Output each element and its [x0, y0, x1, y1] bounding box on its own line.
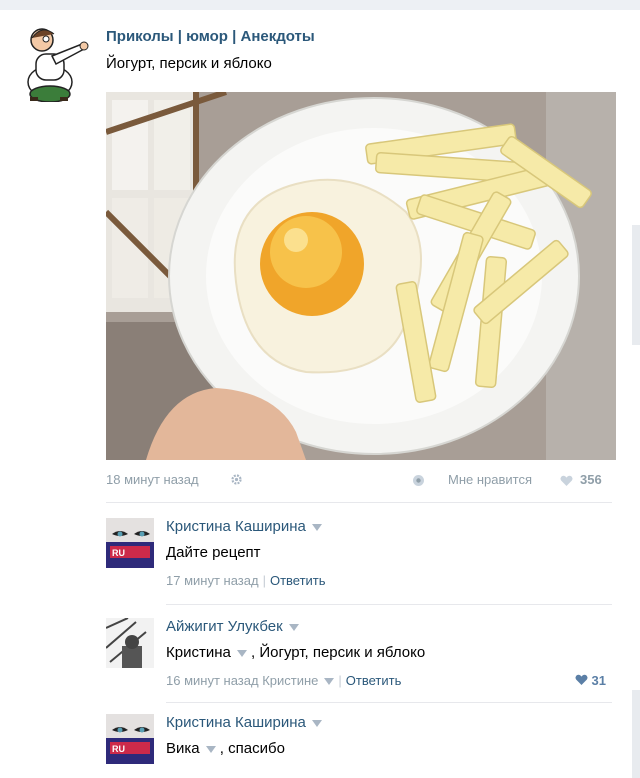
dropdown-triangle-icon[interactable] [311, 719, 322, 727]
commenter-avatar[interactable]: RU [106, 518, 154, 568]
heart-icon[interactable] [574, 674, 588, 686]
comment-time[interactable]: 16 минут назад [166, 673, 259, 688]
right-edge-shadow [632, 690, 640, 778]
dropdown-triangle-icon[interactable] [324, 678, 335, 686]
svg-text:RU: RU [112, 744, 125, 754]
right-edge-shadow [632, 225, 640, 345]
reply-button[interactable]: Ответить [270, 573, 326, 588]
divider [166, 702, 612, 703]
dropdown-triangle-icon[interactable] [205, 745, 216, 753]
commenter-avatar[interactable] [106, 618, 154, 668]
reply-button[interactable]: Ответить [346, 673, 402, 688]
views-eye-icon [413, 475, 424, 486]
post-time[interactable]: 18 минут назад [106, 472, 199, 487]
dropdown-triangle-icon[interactable] [288, 623, 299, 631]
heart-icon[interactable] [560, 475, 573, 487]
mention-link[interactable]: Кристина [166, 644, 231, 661]
post-like-count: 356 [580, 472, 602, 487]
top-strip [0, 0, 640, 10]
dropdown-triangle-icon[interactable] [311, 523, 322, 531]
comment-text: Кристина , Йогурт, персик и яблоко [166, 644, 426, 661]
post-photo[interactable] [106, 92, 616, 460]
comment-author[interactable]: Кристина Каширина [166, 714, 322, 731]
divider [166, 604, 612, 605]
reply-to-name[interactable]: Кристине [262, 673, 318, 688]
comment-meta: 17 минут назад | Ответить [166, 573, 326, 588]
gear-icon[interactable] [230, 473, 243, 486]
comment-meta: 16 минут назад Кристине | Ответить [166, 673, 402, 688]
group-name-link[interactable]: Приколы | юмор | Анекдоты [106, 28, 315, 45]
mention-link[interactable]: Вика [166, 740, 200, 757]
like-button-label[interactable]: Мне нравится [448, 472, 532, 487]
dropdown-triangle-icon[interactable] [236, 649, 247, 657]
post-meta-row: 18 минут назад Мне нравится 356 [106, 472, 612, 490]
group-avatar-icon[interactable] [12, 22, 90, 102]
comment: RU Кристина Каширина Вика , спасибо [106, 714, 612, 778]
comment: RU Кристина Каширина Дайте рецепт 17 мин… [106, 518, 612, 598]
comment-like-count: 31 [591, 673, 606, 688]
comment-time[interactable]: 17 минут назад [166, 573, 259, 588]
comment-author[interactable]: Айжигит Улукбек [166, 618, 299, 635]
divider [106, 502, 612, 503]
comment-text: Дайте рецепт [166, 544, 261, 561]
commenter-avatar[interactable]: RU [106, 714, 154, 764]
comment: Айжигит Улукбек Кристина , Йогурт, перси… [106, 618, 612, 698]
post-text: Йогурт, персик и яблоко [106, 55, 272, 72]
comment-like-button[interactable]: 31 [574, 673, 606, 688]
comment-text: Вика , спасибо [166, 740, 285, 757]
comment-author[interactable]: Кристина Каширина [166, 518, 322, 535]
svg-text:RU: RU [112, 548, 125, 558]
